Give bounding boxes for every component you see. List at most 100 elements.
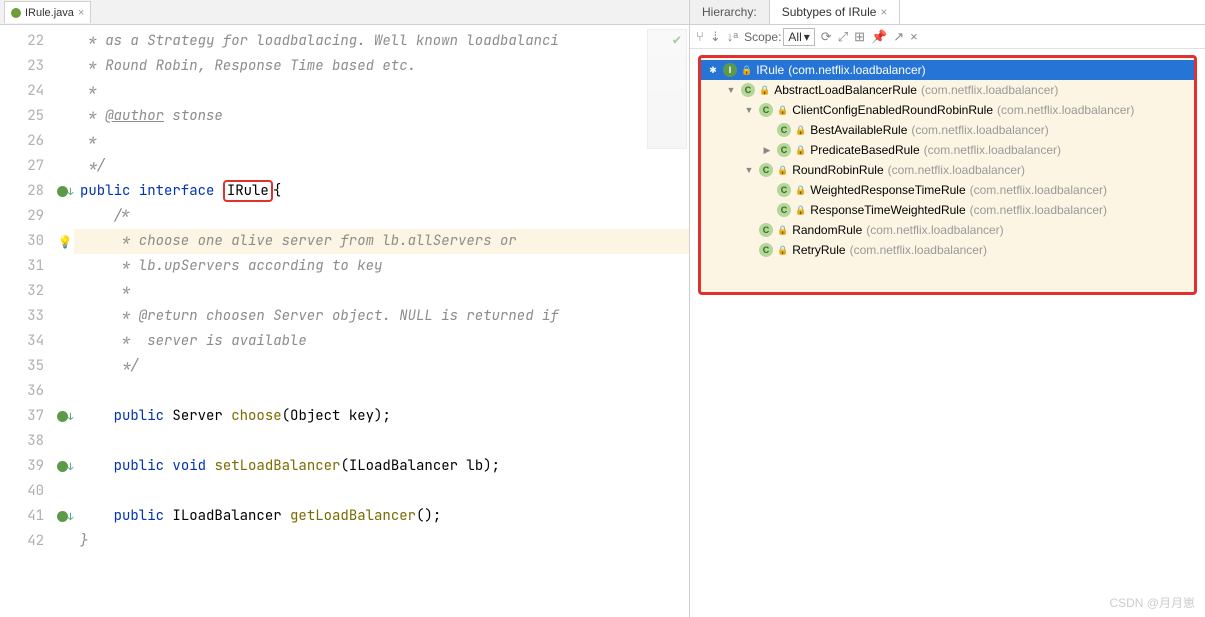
file-tab[interactable]: IRule.java ×: [4, 1, 91, 23]
class-hierarchy-icon[interactable]: ⑂: [696, 29, 704, 44]
line-number: 36: [0, 379, 56, 404]
impl-icon[interactable]: [57, 411, 68, 422]
expand-icon[interactable]: ⊞: [854, 29, 865, 45]
scope-combo[interactable]: All ▾: [783, 28, 814, 46]
node-package: (com.netflix.loadbalancer): [970, 183, 1107, 197]
code-line: public ILoadBalancer getLoadBalancer();: [74, 504, 689, 529]
code-line: * choose one alive server from lb.allSer…: [74, 229, 689, 254]
class-icon: C: [777, 203, 791, 217]
impl-icon[interactable]: [57, 511, 68, 522]
impl-icon[interactable]: [57, 461, 68, 472]
line-number: 40: [0, 479, 56, 504]
line-number: 34: [0, 329, 56, 354]
hierarchy-tree[interactable]: ✱I🔒 IRule (com.netflix.loadbalancer)▼C🔒 …: [698, 55, 1197, 295]
line-gutter: 2223242526272829303132333435363738394041…: [0, 25, 56, 617]
hierarchy-tab-label: Subtypes of IRule: [782, 5, 877, 19]
tree-node[interactable]: C🔒 ResponseTimeWeightedRule (com.netflix…: [701, 200, 1194, 220]
line-number: 42: [0, 529, 56, 554]
node-package: (com.netflix.loadbalancer): [911, 123, 1048, 137]
tree-node[interactable]: C🔒 BestAvailableRule (com.netflix.loadba…: [701, 120, 1194, 140]
scope-value: All: [788, 30, 801, 44]
gutter-mark: [56, 354, 74, 379]
panel-header: Hierarchy: Subtypes of IRule ×: [690, 0, 1205, 25]
code-line: * @author stonse: [74, 104, 689, 129]
gutter-mark: [56, 79, 74, 104]
line-number: 29: [0, 204, 56, 229]
node-package: (com.netflix.loadbalancer): [924, 143, 1061, 157]
file-tab-label: IRule.java: [25, 7, 74, 19]
code-line: *: [74, 129, 689, 154]
line-number: 25: [0, 104, 56, 129]
refresh-icon[interactable]: ⟳: [821, 29, 832, 45]
node-package: (com.netflix.loadbalancer): [997, 103, 1134, 117]
code-line: * Round Robin, Response Time based etc.: [74, 54, 689, 79]
line-number: 27: [0, 154, 56, 179]
line-number: 39: [0, 454, 56, 479]
tree-container: ✱I🔒 IRule (com.netflix.loadbalancer)▼C🔒 …: [690, 49, 1205, 617]
close-icon[interactable]: ×: [910, 29, 918, 44]
subtypes-icon[interactable]: ⇣: [710, 29, 721, 45]
code-line: */: [74, 354, 689, 379]
pin-icon[interactable]: 📌: [871, 29, 887, 45]
gutter-mark: 💡: [56, 229, 74, 254]
gutter-mark: [56, 529, 74, 554]
tree-node[interactable]: C🔒 RetryRule (com.netflix.loadbalancer): [701, 240, 1194, 260]
twisty-icon[interactable]: ▼: [743, 165, 755, 175]
line-number: 35: [0, 354, 56, 379]
close-icon[interactable]: ×: [78, 7, 84, 19]
line-number: 33: [0, 304, 56, 329]
node-package: (com.netflix.loadbalancer): [921, 83, 1058, 97]
tree-node[interactable]: ✱I🔒 IRule (com.netflix.loadbalancer): [701, 60, 1194, 80]
minimap[interactable]: [647, 29, 687, 149]
code-line: *: [74, 279, 689, 304]
gutter-mark: [56, 429, 74, 454]
gutter-mark: [56, 154, 74, 179]
line-number: 38: [0, 429, 56, 454]
node-package: (com.netflix.loadbalancer): [970, 203, 1107, 217]
twisty-icon[interactable]: ▼: [743, 105, 755, 115]
gutter-mark: [56, 104, 74, 129]
close-icon[interactable]: ×: [880, 5, 887, 19]
autoscroll-icon[interactable]: ⤢: [838, 29, 848, 45]
code-line: public interface IRule{: [74, 179, 689, 204]
node-name: PredicateBasedRule: [810, 143, 919, 157]
gutter-mark: [56, 54, 74, 79]
line-number: 22: [0, 29, 56, 54]
tree-node[interactable]: ▼C🔒 AbstractLoadBalancerRule (com.netfli…: [701, 80, 1194, 100]
node-name: RetryRule: [792, 243, 845, 257]
tree-node[interactable]: ▼C🔒 RoundRobinRule (com.netflix.loadbala…: [701, 160, 1194, 180]
line-number: 28: [0, 179, 56, 204]
gutter-mark: [56, 329, 74, 354]
code-lines[interactable]: * as a Strategy for loadbalacing. Well k…: [74, 25, 689, 617]
hierarchy-label[interactable]: Hierarchy:: [690, 0, 770, 24]
code-line: * as a Strategy for loadbalacing. Well k…: [74, 29, 689, 54]
class-icon: C: [741, 83, 755, 97]
code-line: [74, 379, 689, 404]
bulb-icon[interactable]: 💡: [58, 234, 73, 250]
tree-node[interactable]: ▶C🔒 PredicateBasedRule (com.netflix.load…: [701, 140, 1194, 160]
line-number: 24: [0, 79, 56, 104]
impl-icon[interactable]: [57, 186, 68, 197]
gutter-mark: [56, 304, 74, 329]
line-number: 30: [0, 229, 56, 254]
hierarchy-panel: Hierarchy: Subtypes of IRule × ⑂ ⇣ ↓ᵃ Sc…: [690, 0, 1205, 617]
tree-node[interactable]: C🔒 RandomRule (com.netflix.loadbalancer): [701, 220, 1194, 240]
node-name: WeightedResponseTimeRule: [810, 183, 965, 197]
node-name: AbstractLoadBalancerRule: [774, 83, 917, 97]
node-package: (com.netflix.loadbalancer): [788, 63, 925, 77]
code-area[interactable]: ✔ 22232425262728293031323334353637383940…: [0, 25, 689, 617]
class-icon: C: [759, 103, 773, 117]
tree-node[interactable]: ▼C🔒 ClientConfigEnabledRoundRobinRule (c…: [701, 100, 1194, 120]
sort-icon[interactable]: ↓ᵃ: [727, 29, 738, 44]
gutter-mark: [56, 129, 74, 154]
hierarchy-tab[interactable]: Subtypes of IRule ×: [770, 0, 901, 24]
gutter-mark: [56, 204, 74, 229]
export-icon[interactable]: ↗: [893, 29, 904, 45]
code-line: */: [74, 154, 689, 179]
tree-node[interactable]: C🔒 WeightedResponseTimeRule (com.netflix…: [701, 180, 1194, 200]
line-number: 31: [0, 254, 56, 279]
lock-icon: 🔒: [777, 245, 788, 256]
twisty-icon[interactable]: ▼: [725, 85, 737, 95]
twisty-icon[interactable]: ▶: [761, 145, 773, 156]
lock-icon: 🔒: [795, 125, 806, 136]
